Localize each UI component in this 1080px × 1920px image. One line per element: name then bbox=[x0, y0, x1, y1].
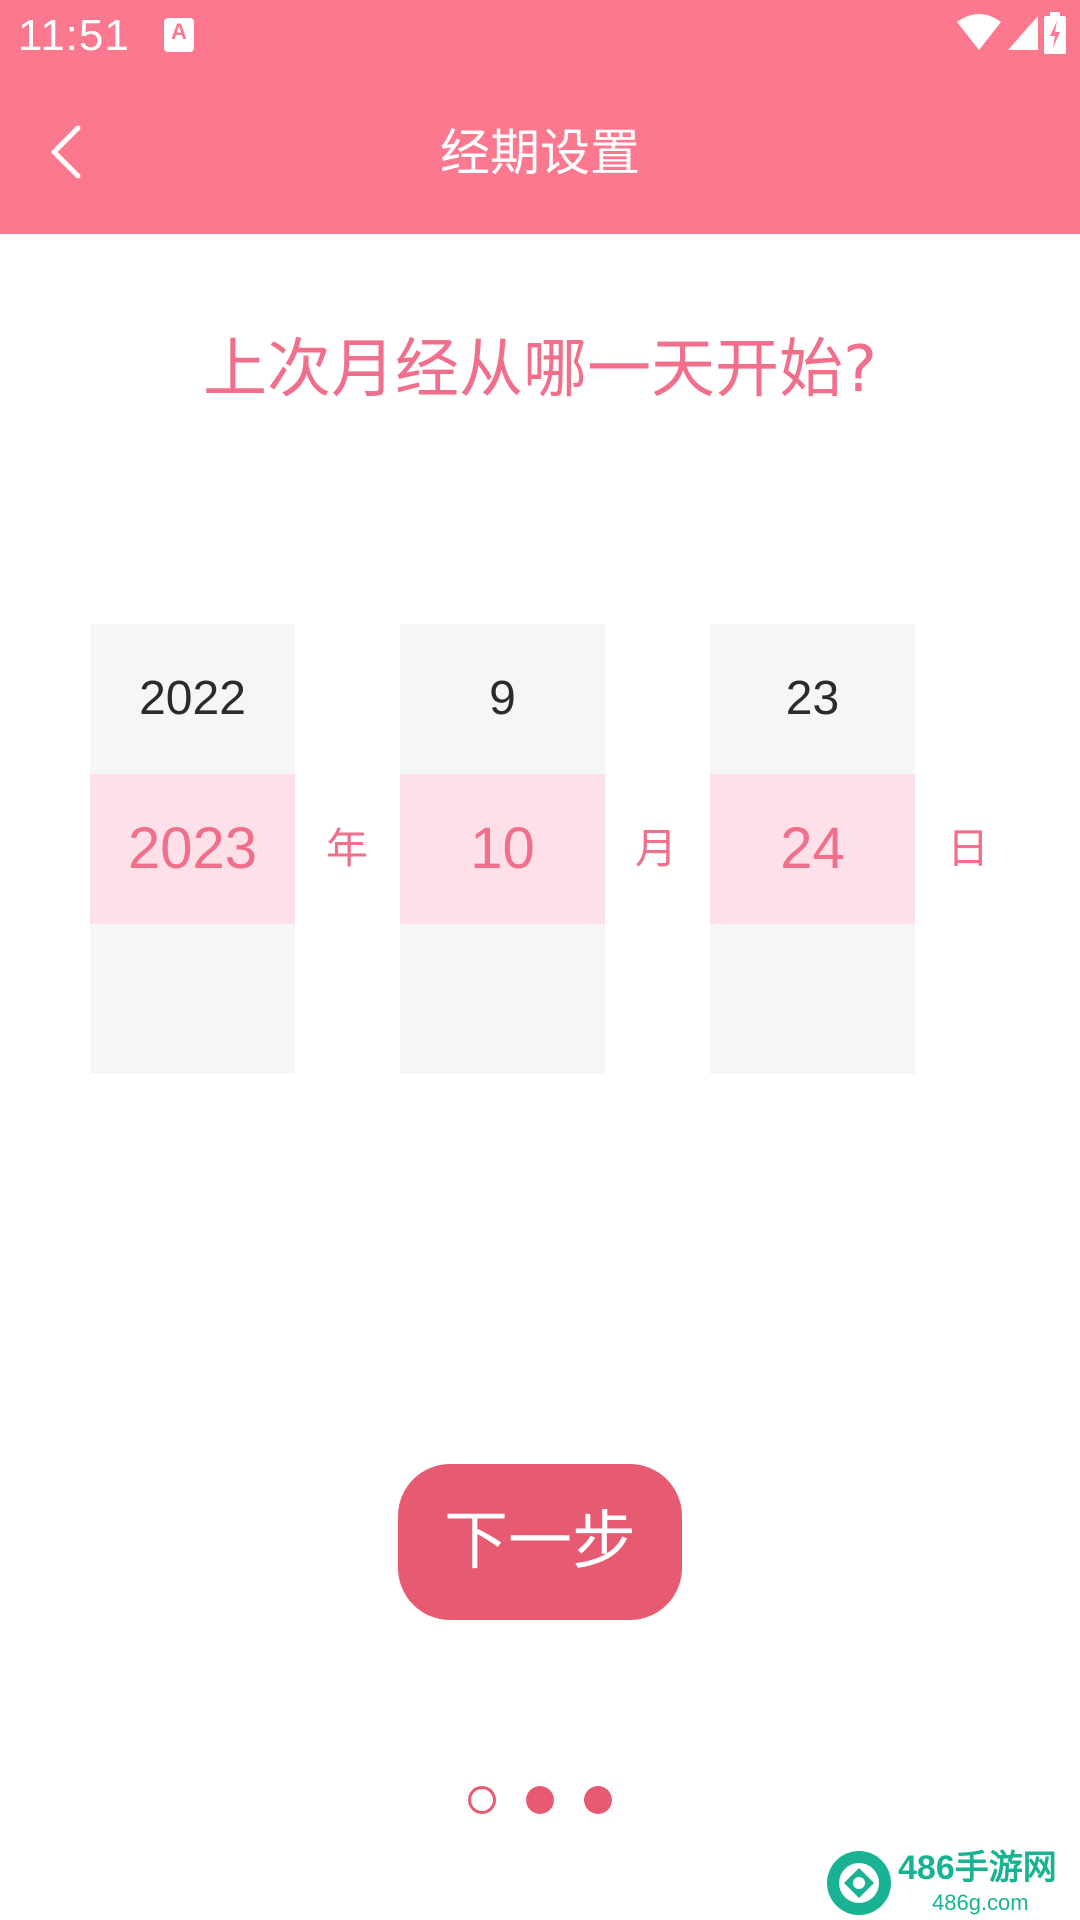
year-option-next[interactable] bbox=[90, 924, 295, 1074]
watermark: 486手游网 486g.com bbox=[824, 1846, 1080, 1920]
year-option-selected[interactable]: 2023 bbox=[90, 774, 295, 924]
status-time: 11:51 bbox=[18, 11, 130, 60]
day-option-selected[interactable]: 24 bbox=[710, 774, 915, 924]
day-option-next[interactable] bbox=[710, 924, 915, 1074]
watermark-logo-icon bbox=[827, 1851, 891, 1915]
month-option-next[interactable] bbox=[400, 924, 605, 1074]
wifi-icon bbox=[957, 14, 1001, 50]
day-option-prev[interactable]: 23 bbox=[710, 624, 915, 774]
month-unit-label: 月 bbox=[634, 824, 677, 873]
question-heading: 上次月经从哪一天开始? bbox=[203, 333, 877, 407]
status-icons bbox=[956, 12, 1066, 60]
month-option-selected[interactable]: 10 bbox=[400, 774, 605, 924]
year-picker[interactable]: 2022 2023 bbox=[90, 624, 295, 1074]
year-option-prev[interactable]: 2022 bbox=[90, 624, 295, 774]
page-title: 经期设置 bbox=[440, 124, 640, 182]
app-bar: 经期设置 bbox=[0, 72, 1080, 234]
year-unit-label: 年 bbox=[325, 824, 368, 873]
next-step-button[interactable]: 下一步 bbox=[398, 1464, 682, 1620]
watermark-brand: 486手游网 bbox=[898, 1849, 1057, 1887]
page-indicator-dot-2 bbox=[526, 1786, 554, 1814]
page-indicator-dot-3 bbox=[584, 1786, 612, 1814]
watermark-url: 486g.com bbox=[932, 1890, 1029, 1915]
notification-app-icon: A bbox=[164, 18, 194, 52]
month-option-prev[interactable]: 9 bbox=[400, 624, 605, 774]
day-unit-label: 日 bbox=[946, 824, 989, 873]
month-picker[interactable]: 9 10 bbox=[400, 624, 605, 1074]
status-bar: 11:51 A bbox=[0, 0, 1080, 72]
page-indicator-dot-1 bbox=[468, 1786, 496, 1814]
day-picker[interactable]: 23 24 bbox=[710, 624, 915, 1074]
battery-charging-icon bbox=[1044, 12, 1066, 54]
cell-signal-icon bbox=[1008, 16, 1038, 50]
